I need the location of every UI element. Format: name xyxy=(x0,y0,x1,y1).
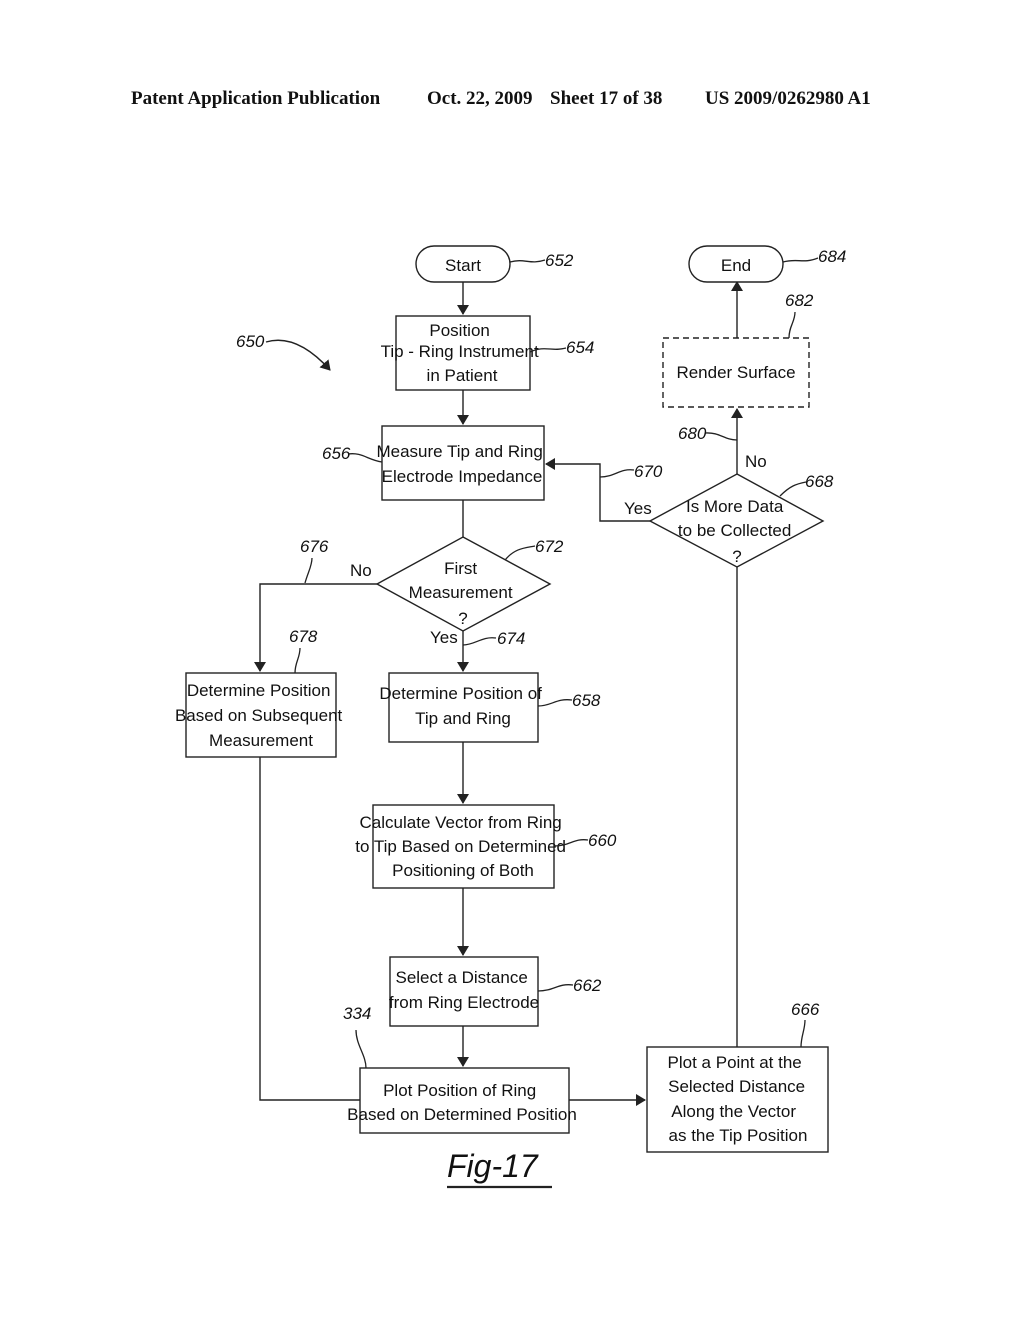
select-distance-node: Select a Distance from Ring Electrode xyxy=(389,956,539,1027)
ref-label: 668 xyxy=(805,472,834,491)
plot-tip-point-node: Plot a Point at the Selected Distance Al… xyxy=(646,1046,829,1153)
position-instrument-node: Position Tip - Ring Instrument in Patien… xyxy=(381,315,539,391)
figure-ref-arrow xyxy=(265,339,331,371)
ref-label: 652 xyxy=(545,251,574,270)
ref-label: 678 xyxy=(289,627,318,646)
more-data-decision: Is More Data to be Collected ? xyxy=(648,473,825,568)
ref-label: 654 xyxy=(566,338,594,357)
node-text: Render Surface xyxy=(676,363,795,382)
edge-label-no: No xyxy=(350,561,372,580)
ref-label: 676 xyxy=(300,537,329,556)
ref-label: 666 xyxy=(791,1000,820,1019)
ref-label: 682 xyxy=(785,291,814,310)
figure-ref: 650 xyxy=(236,332,265,351)
ref-label: 670 xyxy=(634,462,663,481)
end-node: End xyxy=(688,245,784,283)
plot-ring-node: Plot Position of Ring Based on Determine… xyxy=(347,1067,577,1134)
ref-label: 672 xyxy=(535,537,564,556)
edge-label-no: No xyxy=(745,452,767,471)
first-measurement-decision: First Measurement ? xyxy=(375,536,552,632)
ref-label: 334 xyxy=(343,1004,371,1023)
determine-subsequent-node: Determine Position Based on Subsequent M… xyxy=(175,672,343,758)
ref-label: 656 xyxy=(322,444,351,463)
figure-label: Fig-17 xyxy=(447,1148,539,1184)
ref-label: 662 xyxy=(573,976,602,995)
measure-impedance-node: Measure Tip and Ring Electrode Impedance xyxy=(376,425,545,501)
node-text: Is More Data to be Collected ? xyxy=(678,497,796,566)
edge-label-yes: Yes xyxy=(430,628,458,647)
node-text: End xyxy=(721,256,751,275)
determine-tip-ring-node: Determine Position of Tip and Ring xyxy=(379,672,542,743)
ref-label: 674 xyxy=(497,629,525,648)
ref-label: 658 xyxy=(572,691,601,710)
start-node: Start xyxy=(415,245,511,283)
flowchart: 650 Start 652 Position Tip - Ring Instru… xyxy=(175,245,846,1189)
node-text: Start xyxy=(445,256,481,275)
ref-label: 680 xyxy=(678,424,707,443)
edge-label-yes: Yes xyxy=(624,499,652,518)
ref-label: 660 xyxy=(588,831,617,850)
render-surface-node: Render Surface xyxy=(662,337,810,408)
ref-label: 684 xyxy=(818,247,846,266)
calculate-vector-node: Calculate Vector from Ring to Tip Based … xyxy=(355,804,566,889)
